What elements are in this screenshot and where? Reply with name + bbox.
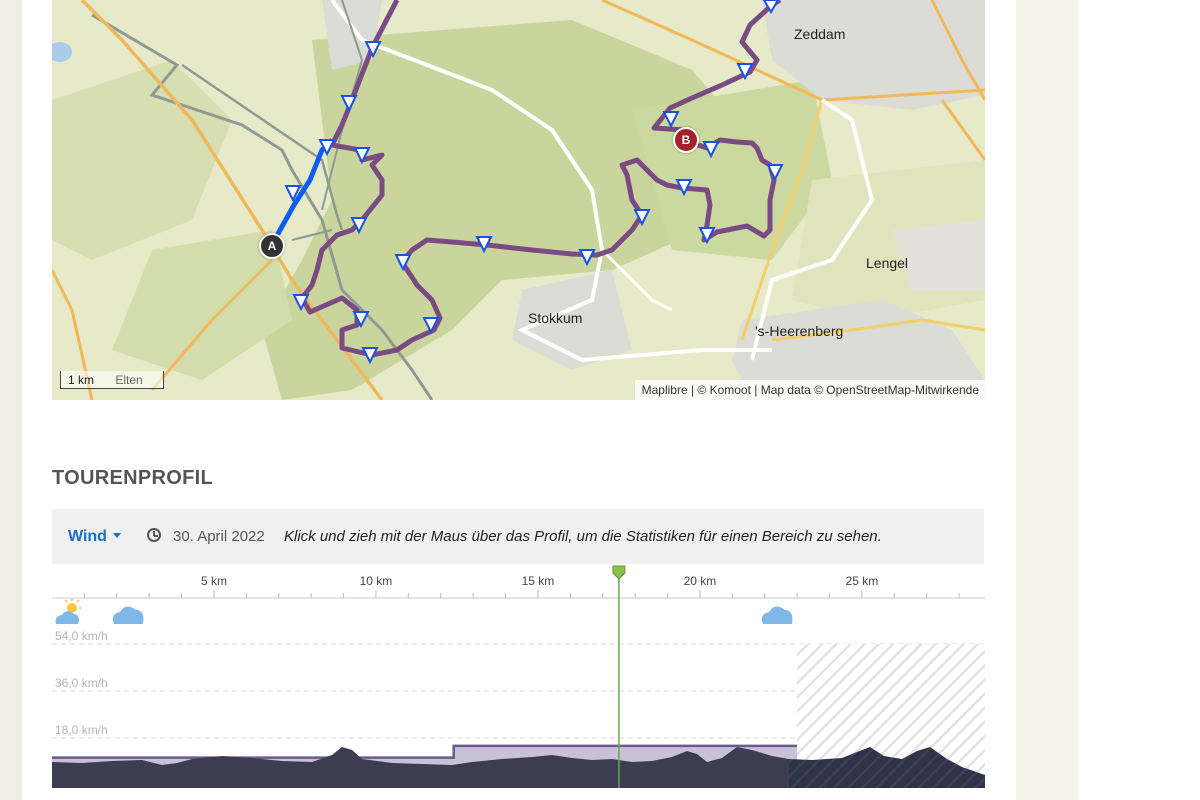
map-label-elten: Elten xyxy=(115,373,143,387)
route-map[interactable]: Zeddam Lengel Stokkum 's-Heerenberg A B … xyxy=(52,0,985,400)
map-label-zeddam: Zeddam xyxy=(794,26,846,42)
distance-tick-label: 20 km xyxy=(684,574,717,588)
profile-hint: Klick und zieh mit der Maus über das Pro… xyxy=(284,528,882,545)
speed-tick-label: 36,0 km/h xyxy=(55,676,108,690)
profile-mode-label: Wind xyxy=(68,528,107,545)
partly-sunny-icon xyxy=(55,599,81,624)
wind-profile-chart[interactable]: 5 km 10 km 15 km 20 km 25 km 18,0 km/h 36,0 k… xyxy=(52,564,985,788)
end-marker[interactable]: B xyxy=(673,127,699,153)
speed-tick-label: 18,0 km/h xyxy=(55,723,108,737)
scale-label: 1 km xyxy=(68,373,95,387)
profile-date: 30. April 2022 xyxy=(173,528,265,545)
speed-tick-label: 54,0 km/h xyxy=(55,629,108,643)
page-background-left xyxy=(0,0,22,800)
profile-toolbar: Wind 30. April 2022 Klick und zieh mit d… xyxy=(52,509,984,564)
start-marker[interactable]: A xyxy=(259,233,285,259)
map-scale-bar: 1 km Elten xyxy=(60,371,164,389)
cursor-handle-icon[interactable] xyxy=(612,565,626,580)
cloud-icon xyxy=(112,606,144,624)
map-canvas[interactable] xyxy=(52,0,985,400)
page-background-right xyxy=(1016,0,1078,800)
tour-content: Zeddam Lengel Stokkum 's-Heerenberg A B … xyxy=(22,0,1016,800)
tour-profile-title: TOURENPROFIL xyxy=(52,467,214,489)
distance-tick-label: 15 km xyxy=(522,574,555,588)
distance-tick-label: 25 km xyxy=(846,574,879,588)
clock-icon xyxy=(147,528,161,542)
map-label-lengel: Lengel xyxy=(866,255,909,271)
chevron-down-icon xyxy=(112,533,121,538)
distance-ruler xyxy=(52,590,985,599)
map-label-stokkum: Stokkum xyxy=(528,310,583,326)
side-panel xyxy=(1078,0,1200,800)
distance-axis: 5 km 10 km 15 km 20 km 25 km xyxy=(201,574,878,588)
profile-mode-dropdown[interactable]: Wind xyxy=(68,528,121,546)
cloud-icon xyxy=(761,606,793,624)
map-label-heerenberg: 's-Heerenberg xyxy=(755,323,844,339)
distance-tick-label: 5 km xyxy=(201,574,227,588)
distance-tick-label: 10 km xyxy=(360,574,393,588)
map-attribution[interactable]: Maplibre | © Komoot | Map data © OpenStr… xyxy=(634,380,985,400)
